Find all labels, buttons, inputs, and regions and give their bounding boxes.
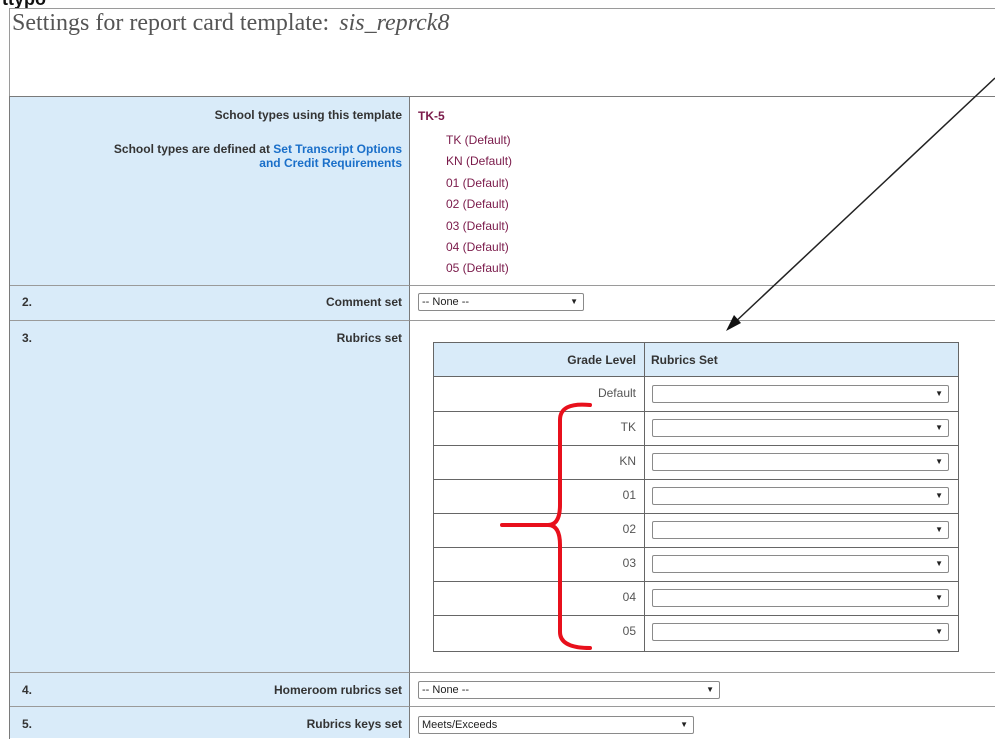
annotation-overlay bbox=[500, 77, 995, 650]
annotation-arrow-line bbox=[731, 77, 995, 326]
arrowhead-icon bbox=[726, 315, 741, 331]
bracket-annotation-icon bbox=[547, 402, 592, 650]
